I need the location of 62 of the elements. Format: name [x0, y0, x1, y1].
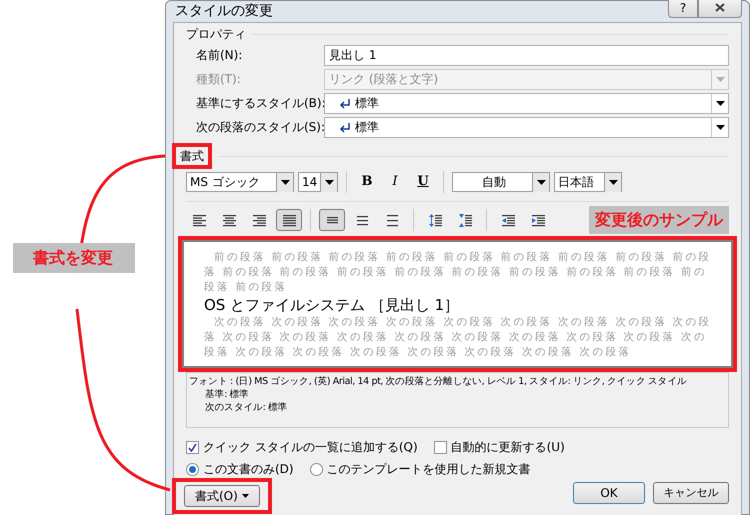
field-label: 種類(T):	[196, 71, 242, 88]
font-color-dropdown[interactable]: 自動	[452, 172, 550, 192]
description-text: 基準: 標準	[204, 388, 249, 401]
input-field[interactable]: 見出し 1	[324, 44, 729, 66]
description-text: フォント : (日) MS ゴシック, (英) Arial, 14 pt, 次の段落と分離しない, レベル 1, スタイル: リンク, クイック スタイル	[189, 375, 686, 388]
paragraph-style-icon	[339, 122, 351, 132]
indent-increase-icon	[532, 214, 544, 226]
window-title: スタイルの変更	[174, 2, 273, 21]
paragraph-spacing-icon	[458, 214, 472, 226]
close-icon	[715, 3, 725, 12]
close-button[interactable]	[698, 0, 742, 18]
line-spacing-icon	[356, 214, 368, 226]
annotation-label: 変更後のサンプル	[589, 206, 729, 234]
format-section-label: 書式	[172, 143, 212, 169]
dropdown-arrow-icon[interactable]	[716, 100, 724, 106]
field-label: 基準にするスタイル(B):	[196, 95, 324, 112]
font-size-dropdown[interactable]: 14	[298, 172, 338, 192]
justify-icon	[282, 214, 296, 226]
align-center-icon	[222, 214, 236, 226]
description-text: 次のスタイル: 標準	[204, 401, 288, 414]
field-label: 名前(N):	[196, 47, 244, 64]
cancel-button[interactable]: キャンセル	[653, 482, 729, 504]
dropdown-arrow-icon[interactable]	[324, 180, 334, 184]
radio-dot-icon	[189, 466, 196, 472]
checkbox[interactable]	[186, 440, 199, 454]
dropdown-arrow-icon[interactable]	[608, 180, 618, 184]
preview-heading: OS とファイルシステム ［見出し 1］	[204, 295, 460, 315]
help-button[interactable]: ?	[668, 0, 698, 18]
dropdown-arrow-icon[interactable]	[536, 180, 546, 184]
ok-button[interactable]: OK	[573, 482, 645, 504]
align-left-icon	[192, 214, 206, 226]
format-menu-button[interactable]: 書式(O)	[184, 485, 260, 507]
dropdown-arrow-icon[interactable]	[716, 124, 724, 130]
paragraph-format-button[interactable]	[276, 209, 302, 231]
paragraph-format-button[interactable]	[319, 209, 345, 231]
bold-button[interactable]: B	[355, 171, 379, 193]
italic-button[interactable]: I	[383, 171, 407, 193]
radio-label[interactable]: この文書のみ(D)	[203, 460, 294, 478]
align-right-icon	[252, 214, 266, 226]
checkmark-icon	[188, 442, 197, 452]
dropdown-field[interactable]: 標準	[324, 116, 729, 138]
paragraph-spacing-icon	[428, 214, 442, 226]
language-dropdown[interactable]: 日本語	[554, 172, 622, 192]
radio-label[interactable]: このテンプレートを使用した新規文書	[326, 460, 531, 478]
indent-decrease-icon	[502, 214, 514, 226]
group-label: プロパティ	[186, 26, 246, 43]
paragraph-style-icon	[339, 98, 351, 108]
radio-button[interactable]	[186, 462, 199, 476]
caret-icon	[242, 494, 249, 498]
font-dropdown[interactable]: MS ゴシック	[186, 172, 294, 192]
checkbox[interactable]	[434, 440, 447, 454]
radio-button[interactable]	[310, 462, 323, 476]
underline-button[interactable]: U	[411, 171, 435, 193]
annotation-label: 書式を変更	[13, 242, 135, 272]
checkbox-label[interactable]: 自動的に更新する(U)	[450, 438, 565, 456]
dropdown-arrow-icon[interactable]	[280, 180, 290, 184]
preview-text: 次の段落 次の段落 次の段落 次の段落 次の段落 次の段落 次の段落 次の段落 次の段落 次の段落 次の段落 次の段落 次の段落 次の段落 次の段落 次の段落 次の段落 次の段落 次の段落 次の段落 次の段落 次の段落 次の段落 次の段落 次の段落	[204, 315, 713, 360]
line-spacing-icon	[386, 214, 398, 226]
checkbox-label[interactable]: クイック スタイルの一覧に追加する(Q)	[203, 438, 418, 456]
dropdown-field[interactable]: 標準	[324, 92, 729, 114]
preview-text: 前の段落 前の段落 前の段落 前の段落 前の段落 前の段落 前の段落 前の段落 前の段落 前の段落 前の段落 前の段落 前の段落 前の段落 前の段落 前の段落 前の段落 前の段落 前の段落	[204, 250, 713, 295]
field-label: 次の段落のスタイル(S):	[196, 119, 324, 136]
